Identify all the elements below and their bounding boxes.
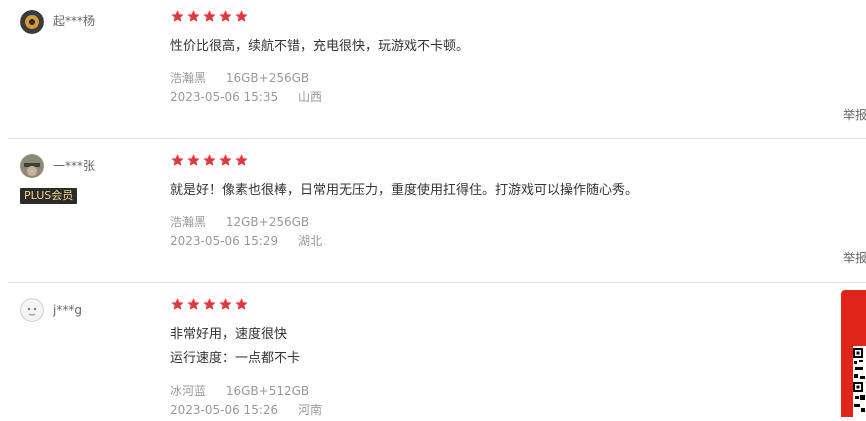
star-icon [219,298,232,310]
star-icon [235,154,248,166]
qr-code-icon [853,346,866,417]
review-location: 湖北 [297,234,322,248]
star-icon [203,154,216,166]
product-spec: 浩瀚黑 12GB+256GB [170,214,309,230]
star-rating [170,297,249,312]
star-icon [187,154,200,166]
product-color: 浩瀚黑 [170,71,207,85]
star-icon [235,298,248,310]
avatar[interactable] [20,10,44,34]
product-config: 16GB+256GB [225,71,310,85]
product-spec: 冰河蓝 16GB+512GB [170,383,309,399]
star-icon [219,10,232,22]
review-item: 起***杨 性价比很高，续航不错，充电很快，玩游戏不卡顿。 浩瀚黑 16GB+2… [0,0,866,138]
product-config: 12GB+256GB [225,215,310,229]
review-date: 2023-05-06 15:29 [170,234,279,248]
report-link[interactable]: 举报 [843,107,866,123]
review-location: 山西 [297,90,322,104]
review-date: 2023-05-06 15:26 [170,403,279,417]
star-icon [171,154,184,166]
star-rating [170,9,249,24]
star-icon [171,10,184,22]
review-content: 性价比很高，续航不错，充电很快，玩游戏不卡顿。 [170,39,470,54]
floating-qr-panel[interactable] [841,290,866,417]
star-icon [219,154,232,166]
plus-member-badge: PLUS会员 [20,188,78,204]
review-time-location: 2023-05-06 15:35 山西 [170,89,322,105]
product-config: 16GB+512GB [225,384,310,398]
star-icon [171,298,184,310]
star-icon [203,298,216,310]
review-item: j***g 非常好用，速度很快 运行速度：一点都不卡 冰河蓝 16GB+512G… [0,283,866,417]
star-icon [187,10,200,22]
avatar[interactable] [20,298,44,322]
username: 起***杨 [53,14,96,28]
star-icon [235,10,248,22]
product-spec: 浩瀚黑 16GB+256GB [170,70,309,86]
username: j***g [53,303,82,317]
product-color: 浩瀚黑 [170,215,207,229]
review-time-location: 2023-05-06 15:26 河南 [170,402,322,418]
review-content: 就是好！像素也很棒，日常用无压力，重度使用扛得住。打游戏可以操作随心秀。 [170,183,639,198]
star-icon [187,298,200,310]
product-color: 冰河蓝 [170,384,207,398]
review-location: 河南 [297,403,322,417]
report-link[interactable]: 举报 [843,250,866,266]
username: 一***张 [53,159,96,173]
avatar[interactable] [20,154,44,178]
review-item: 一***张 PLUS会员 就是好！像素也很棒，日常用无压力，重度使用扛得住。打游… [0,139,866,282]
star-icon [203,10,216,22]
review-time-location: 2023-05-06 15:29 湖北 [170,233,322,249]
review-content-line: 非常好用，速度很快 [170,327,288,342]
review-content-line: 运行速度：一点都不卡 [170,351,301,366]
star-rating [170,153,249,168]
review-date: 2023-05-06 15:35 [170,90,279,104]
